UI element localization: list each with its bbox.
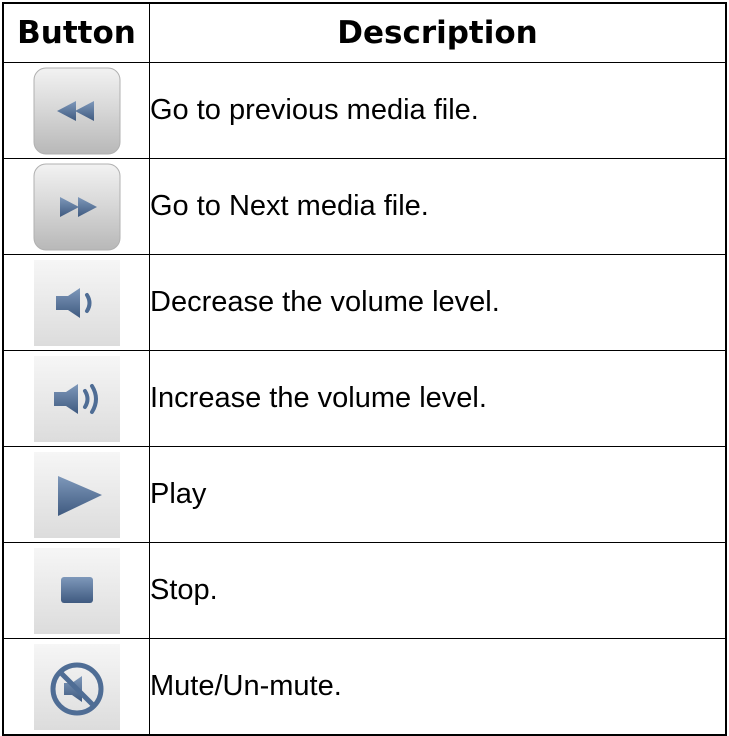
button-column-header: Button — [2, 2, 150, 63]
volume-down-icon — [33, 259, 120, 346]
play-icon — [33, 451, 120, 538]
description-column-header: Description — [149, 2, 727, 63]
row-description: Decrease the volume level. — [149, 254, 727, 351]
table-row: Decrease the volume level. — [2, 254, 727, 351]
row-description: Increase the volume level. — [149, 350, 727, 447]
next-icon — [33, 163, 120, 250]
table-row: Mute/Un-mute. — [2, 638, 727, 736]
table-row: Increase the volume level. — [2, 350, 727, 447]
row-description: Play — [149, 446, 727, 543]
table-row: Play — [2, 446, 727, 543]
table-row: Stop. — [2, 542, 727, 639]
volume-up-icon — [33, 355, 120, 442]
table-row: Go to Next media file. — [2, 158, 727, 255]
row-description: Stop. — [149, 542, 727, 639]
button-legend-table: Button Description Go to previous media … — [2, 2, 727, 736]
mute-icon — [33, 643, 120, 730]
row-description: Go to Next media file. — [149, 158, 727, 255]
previous-icon — [33, 67, 120, 154]
header-row: Button Description — [2, 2, 727, 63]
row-description: Go to previous media file. — [149, 62, 727, 159]
row-description: Mute/Un-mute. — [149, 638, 727, 736]
stop-icon — [33, 547, 120, 634]
table-row: Go to previous media file. — [2, 62, 727, 159]
